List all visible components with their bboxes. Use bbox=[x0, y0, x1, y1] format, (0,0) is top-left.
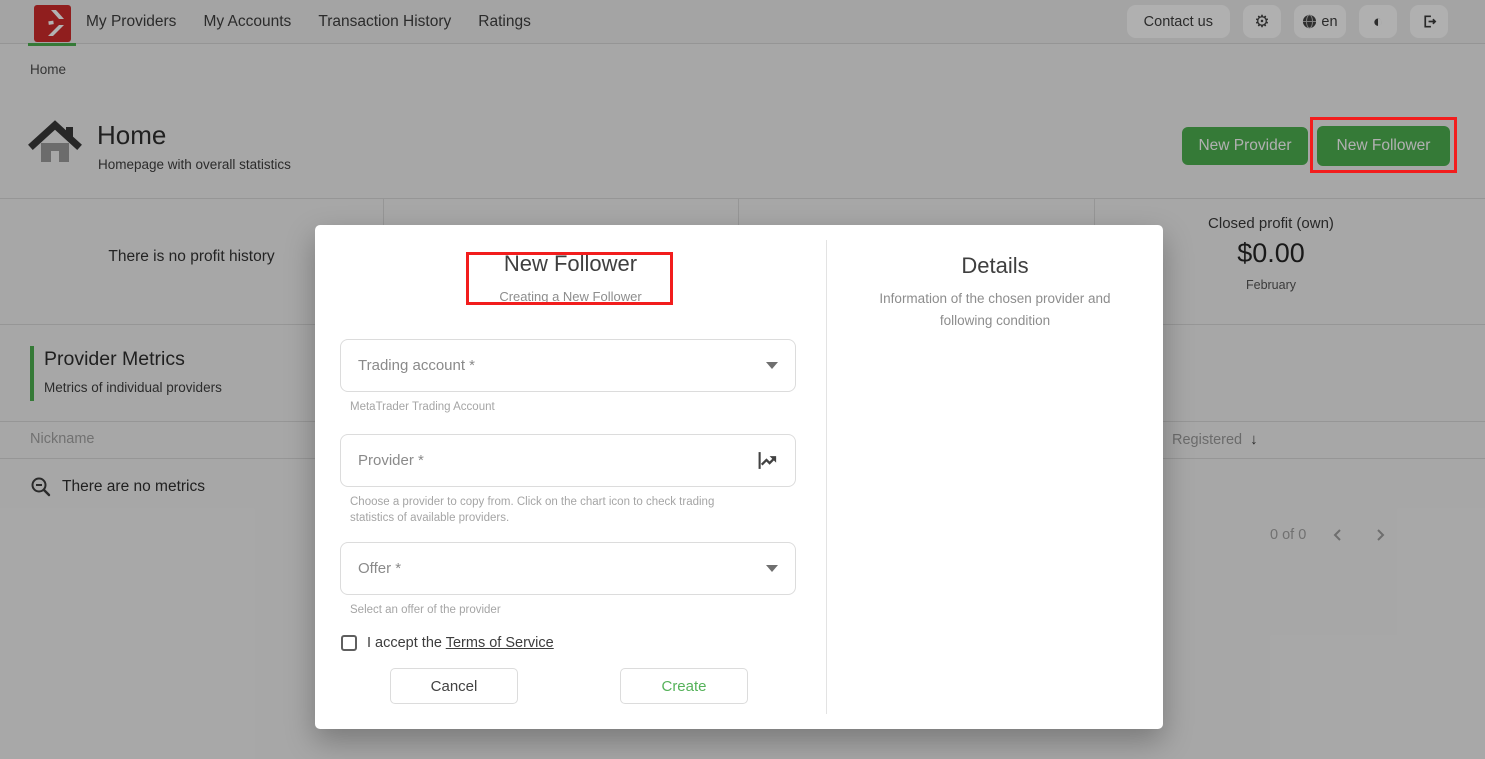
create-button[interactable]: Create bbox=[620, 668, 748, 704]
details-title: Details bbox=[827, 253, 1163, 279]
chart-icon bbox=[757, 450, 778, 471]
dialog-subtitle: Creating a New Follower bbox=[315, 289, 826, 304]
trading-account-select[interactable]: Trading account * bbox=[340, 339, 796, 392]
details-panel: Details Information of the chosen provid… bbox=[827, 225, 1163, 729]
chevron-down-icon bbox=[766, 565, 778, 572]
terms-checkbox[interactable] bbox=[341, 635, 357, 651]
offer-label: Offer * bbox=[358, 560, 766, 577]
chevron-down-icon bbox=[766, 362, 778, 369]
trading-account-helper: MetaTrader Trading Account bbox=[350, 399, 495, 415]
provider-select[interactable]: Provider * bbox=[340, 434, 796, 487]
offer-select[interactable]: Offer * bbox=[340, 542, 796, 595]
provider-label: Provider * bbox=[358, 452, 757, 469]
dialog-title: New Follower bbox=[315, 251, 826, 277]
terms-row: I accept the Terms of Service bbox=[341, 635, 554, 651]
trading-account-label: Trading account * bbox=[358, 357, 766, 374]
offer-helper: Select an offer of the provider bbox=[350, 602, 501, 618]
cancel-button[interactable]: Cancel bbox=[390, 668, 518, 704]
new-follower-dialog: New Follower Creating a New Follower Tra… bbox=[315, 225, 1163, 729]
provider-statistics-button[interactable] bbox=[757, 450, 778, 471]
new-follower-form: New Follower Creating a New Follower Tra… bbox=[315, 225, 826, 729]
terms-of-service-link[interactable]: Terms of Service bbox=[446, 635, 554, 651]
provider-helper: Choose a provider to copy from. Click on… bbox=[350, 494, 752, 526]
app-screen: My Providers My Accounts Transaction His… bbox=[0, 0, 1485, 759]
terms-text: I accept the Terms of Service bbox=[367, 635, 554, 651]
details-subtitle: Information of the chosen provider and f… bbox=[870, 288, 1120, 331]
terms-prefix: I accept the bbox=[367, 635, 446, 651]
